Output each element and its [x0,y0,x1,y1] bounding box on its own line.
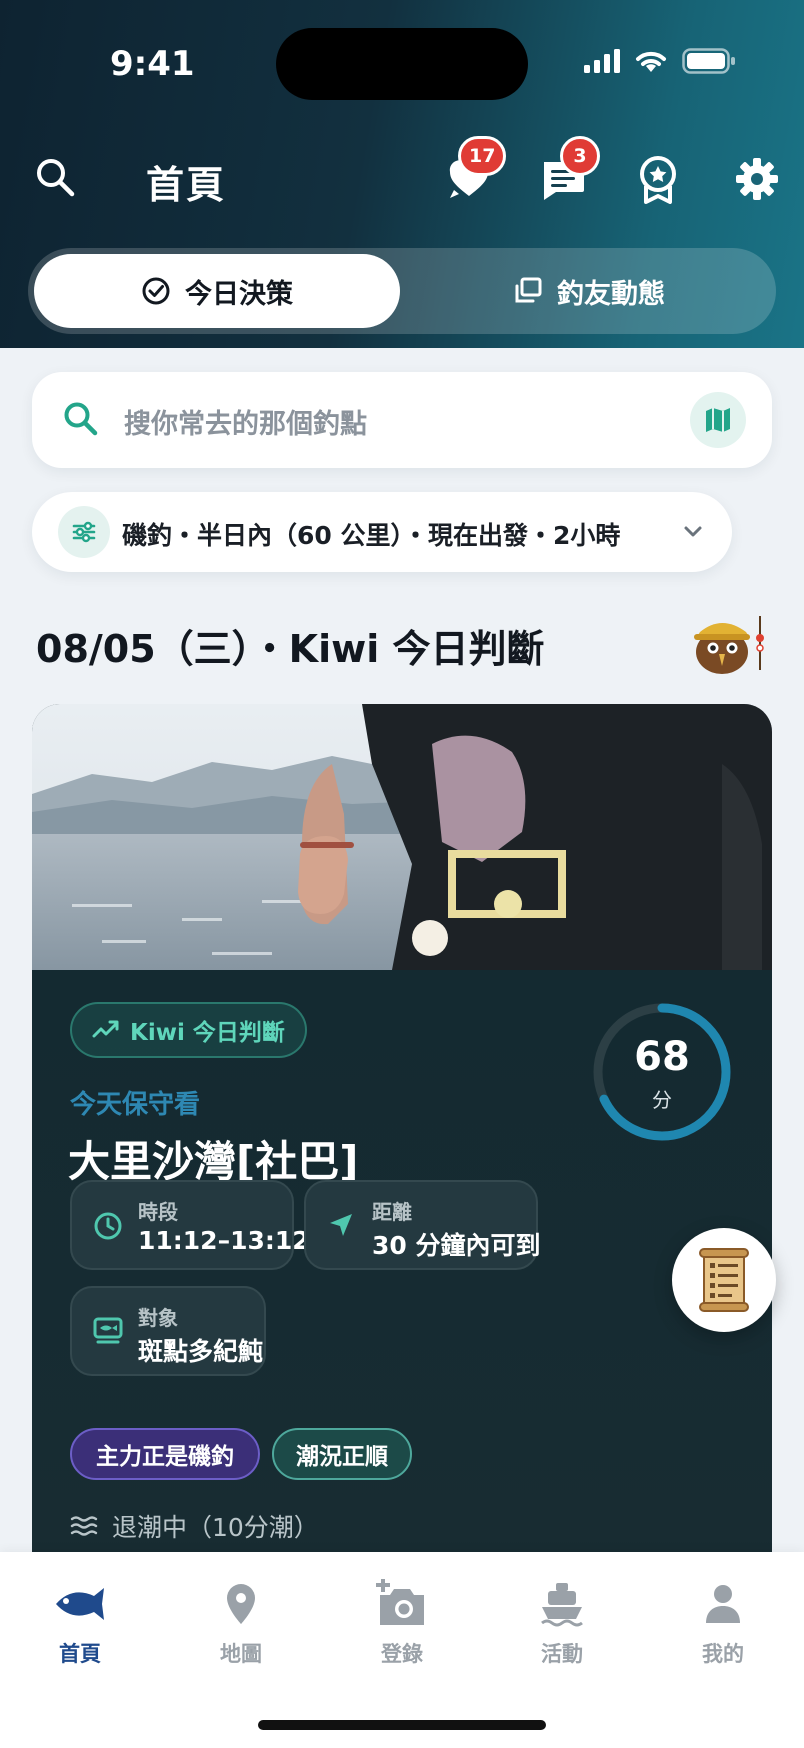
spot-search-input[interactable]: 搜你常去的那個釣點 [32,372,772,468]
distance-label: 距離 [372,1200,412,1224]
tab-log[interactable]: 登錄 [342,1576,462,1676]
navigation-arrow-icon [330,1214,352,1236]
tide-status: 退潮中（10分潮） [70,1508,319,1544]
recommendation-text: 今天保守看 [70,1090,201,1120]
tab-angler-feed[interactable]: 釣友動態 [408,254,770,328]
tab-angler-feed-label: 釣友動態 [557,278,665,310]
app-header: 9:41 首頁 17 3 今日決策 釣友動態 [0,0,804,348]
scroll-icon [699,1248,749,1312]
battery-icon [682,48,735,74]
search-placeholder: 搜你常去的那個釣點 [124,409,367,440]
signal-icon [584,49,620,73]
score-gauge: 68 分 [590,1000,734,1144]
sliders-icon [58,506,110,558]
time-slot-value: 11:12–13:12 [138,1226,310,1255]
search-icon [64,402,98,436]
camera-add-icon [376,1579,424,1625]
target-label: 對象 [138,1306,178,1330]
tab-map-label: 地圖 [220,1642,262,1666]
tab-map[interactable]: 地圖 [181,1576,301,1676]
wifi-icon [636,51,666,72]
gear-icon[interactable] [734,156,780,202]
tag-tide-good: 潮況正順 [272,1428,412,1480]
filter-bar[interactable]: 磯釣・半日內（60 公里）・現在出發・2小時 [32,492,732,572]
kiwi-judgment-label: Kiwi 今日判斷 [130,1020,285,1046]
page-title: 首頁 [146,163,227,207]
trend-icon [92,1020,119,1038]
tab-today-decision-label: 今日決策 [185,278,293,310]
tab-profile[interactable]: 我的 [663,1576,783,1676]
person-icon [706,1585,740,1623]
status-time: 9:41 [110,44,195,84]
chevron-down-icon [684,526,702,537]
decision-card[interactable]: Kiwi 今日判斷 今天保守看 大里沙灣[社巴] 68 分 時段 11:12–1… [32,704,772,1564]
bottom-tab-bar: 首頁 地圖 登錄 活動 我的 [0,1552,804,1748]
map-icon [706,408,730,432]
spot-photo [32,704,772,970]
tab-home[interactable]: 首頁 [20,1576,140,1676]
fish-icon [56,1588,104,1620]
target-chip: 對象 斑點多紀魨 [70,1286,266,1376]
boat-icon [541,1583,583,1627]
distance-chip: 距離 30 分鐘內可到 [304,1180,541,1270]
section-title: 08/05（三）・Kiwi 今日判斷 [36,627,545,671]
score-value: 68 [634,1034,690,1080]
clock-icon [94,1212,122,1240]
home-indicator[interactable] [258,1720,546,1730]
messages-badge: 3 [560,136,600,176]
feed-icon [515,277,542,303]
fish-card-icon [93,1317,123,1344]
target-value: 斑點多紀魨 [138,1337,264,1366]
tab-events[interactable]: 活動 [502,1576,622,1676]
distance-value: 30 分鐘內可到 [372,1231,541,1260]
segment-control: 今日決策 釣友動態 [28,248,776,334]
tide-text: 退潮中（10分潮） [112,1513,319,1542]
search-icon[interactable] [34,156,76,198]
filter-summary: 磯釣・半日內（60 公里）・現在出發・2小時 [122,521,621,550]
tab-today-decision[interactable]: 今日決策 [34,254,400,328]
time-slot-label: 時段 [138,1200,178,1224]
map-view-button[interactable] [690,392,746,448]
dynamic-island [276,28,528,100]
tab-events-label: 活動 [541,1642,583,1666]
kiwi-judgment-pill: Kiwi 今日判斷 [70,1002,307,1058]
score-unit: 分 [652,1088,672,1112]
tab-log-label: 登錄 [381,1642,423,1666]
favorites-badge: 17 [458,136,507,176]
tab-home-label: 首頁 [59,1642,101,1666]
messages-button[interactable]: 3 [540,136,600,202]
tab-profile-label: 我的 [702,1642,744,1666]
status-icons [584,48,736,74]
time-slot-chip: 時段 11:12–13:12 [70,1180,310,1270]
award-icon[interactable] [636,154,680,204]
tag-primary-method: 主力正是磯釣 [70,1428,260,1480]
card-body: Kiwi 今日判斷 今天保守看 大里沙灣[社巴] 68 分 時段 11:12–1… [32,970,772,1564]
kiwi-mascot-icon[interactable] [690,608,770,676]
check-circle-icon [142,277,170,305]
fishing-log-fab[interactable] [672,1228,776,1332]
favorites-button[interactable]: 17 [446,136,507,202]
waves-icon [70,1516,98,1536]
map-pin-icon [227,1584,255,1624]
